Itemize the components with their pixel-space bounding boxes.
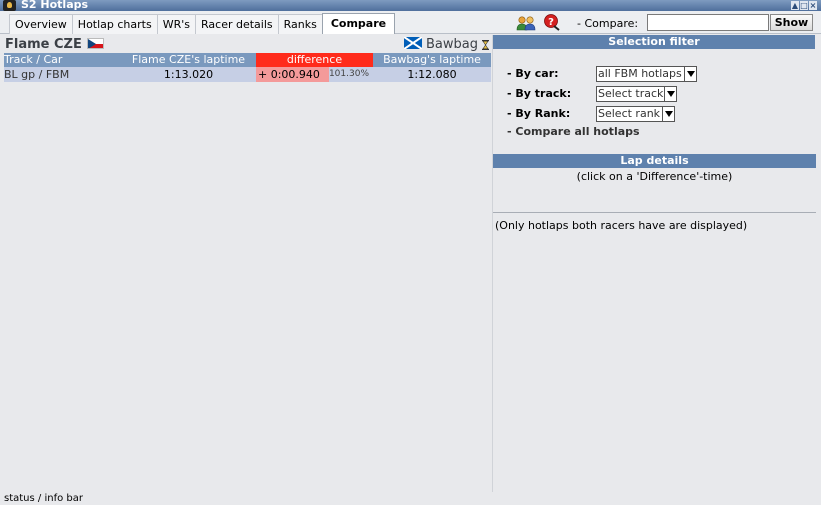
window-title: S2 Hotlaps (21, 0, 89, 11)
by-track-value: Select track (598, 87, 664, 100)
difference-cell: + 0:00.940 101.30% (256, 67, 373, 82)
tab-overview[interactable]: Overview (9, 14, 72, 34)
divider (493, 212, 816, 213)
laptime-table: Track / Car Flame CZE's laptime differen… (4, 53, 491, 82)
tab-racer-details[interactable]: Racer details (195, 14, 278, 34)
col-racer2-laptime: Bawbag's laptime (373, 53, 491, 67)
difference-link[interactable]: + 0:00.940 (256, 67, 329, 82)
tab-bar: Overview Hotlap charts WR's Racer detail… (0, 11, 821, 34)
title-bar: S2 Hotlaps ▲ □ × (0, 0, 821, 11)
tab-list: Overview Hotlap charts WR's Racer detail… (9, 13, 396, 34)
difference-percent: 101.30% (328, 69, 369, 79)
by-car-label: - By car: (507, 67, 559, 80)
selection-filter-title: Selection filter (493, 35, 815, 49)
chevron-down-icon (662, 107, 674, 121)
tab-hotlap-charts[interactable]: Hotlap charts (71, 14, 157, 34)
by-rank-select[interactable]: Select rank (596, 106, 675, 122)
by-track-select[interactable]: Select track (596, 86, 677, 102)
track-car-cell: BL gp / FBM (4, 67, 121, 82)
by-car-select[interactable]: all FBM hotlaps (596, 66, 697, 82)
compare-label: - Compare: (577, 17, 639, 30)
by-car-value: all FBM hotlaps (598, 67, 682, 80)
by-rank-value: Select rank (598, 107, 661, 120)
hotlaps-note: (Only hotlaps both racers have are displ… (495, 219, 748, 232)
table-row: BL gp / FBM 1:13.020 + 0:00.940 101.30% … (4, 67, 491, 82)
tab-wrs[interactable]: WR's (156, 14, 195, 34)
window-controls: ▲ □ × (791, 0, 817, 11)
chevron-down-icon (684, 67, 696, 81)
racer1-laptime-cell: 1:13.020 (121, 67, 256, 82)
status-bar: status / info bar (0, 493, 821, 505)
lap-details-title: Lap details (493, 154, 816, 168)
col-racer1-laptime: Flame CZE's laptime (121, 53, 256, 67)
by-rank-label: - By Rank: (507, 107, 571, 120)
comparison-panel: Flame CZE Bawbag Track / Car Flame CZE's… (4, 36, 491, 492)
lap-details-hint: (click on a 'Difference'-time) (576, 170, 733, 183)
help-icon[interactable]: ? (543, 14, 561, 31)
racer2-name: Bawbag (426, 37, 478, 52)
users-icon[interactable] (516, 15, 536, 31)
compare-input[interactable] (647, 14, 769, 31)
racer1-name: Flame CZE (5, 37, 82, 52)
table-header-row: Track / Car Flame CZE's laptime differen… (4, 53, 491, 67)
filter-panel: Selection filter - By car: all FBM hotla… (492, 35, 816, 492)
tab-compare[interactable]: Compare (321, 13, 396, 34)
minimize-icon[interactable]: ▲ (791, 1, 799, 10)
app-logo-icon (3, 0, 16, 11)
cz-flag-icon (87, 38, 104, 49)
by-track-label: - By track: (507, 87, 572, 100)
racer2-laptime-cell: 1:12.080 (373, 67, 491, 82)
maximize-icon[interactable]: □ (800, 1, 808, 10)
close-icon[interactable]: × (809, 1, 817, 10)
racer-header: Flame CZE Bawbag (4, 36, 491, 53)
show-button[interactable]: Show (770, 14, 813, 31)
chevron-down-icon (664, 87, 676, 101)
col-difference: difference (256, 53, 373, 67)
svg-text:?: ? (548, 17, 554, 28)
scotland-flag-icon (404, 37, 422, 49)
col-track-car: Track / Car (4, 53, 121, 67)
hourglass-icon (482, 40, 489, 50)
tab-ranks[interactable]: Ranks (277, 14, 322, 34)
compare-all-hotlaps-link[interactable]: - Compare all hotlaps (507, 125, 640, 138)
